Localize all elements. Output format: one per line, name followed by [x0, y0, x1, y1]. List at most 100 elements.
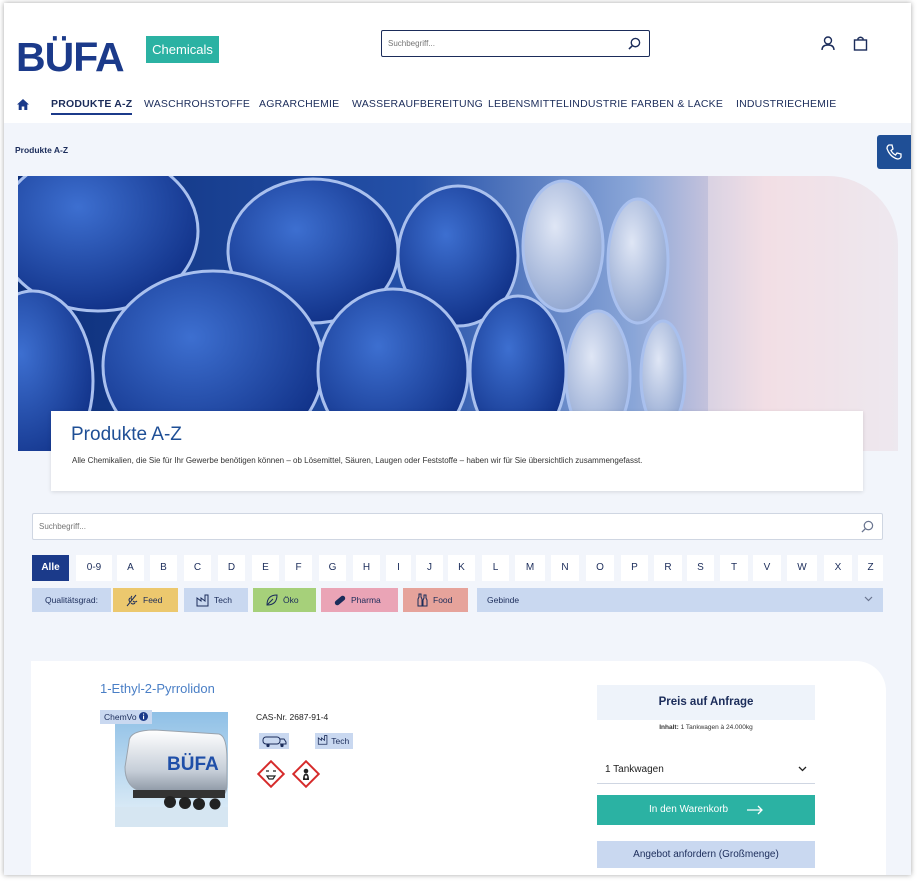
leaf-icon: [266, 594, 278, 606]
chemvo-label: ChemVo: [104, 712, 137, 722]
product-search-input[interactable]: [33, 514, 833, 539]
quality-food-label: Food: [433, 595, 453, 605]
cas-number: CAS-Nr. 2687-91-4: [256, 712, 329, 722]
letter-m[interactable]: M: [515, 555, 545, 581]
letter-0-9[interactable]: 0-9: [76, 555, 112, 581]
breadcrumb[interactable]: Produkte A-Z: [15, 145, 68, 155]
letter-w[interactable]: W: [787, 555, 817, 581]
letter-j[interactable]: J: [416, 555, 443, 581]
phone-icon: [886, 144, 902, 160]
letter-s[interactable]: S: [687, 555, 714, 581]
tech-tag-label: Tech: [331, 736, 350, 746]
letter-g[interactable]: G: [319, 555, 346, 581]
letter-x[interactable]: X: [824, 555, 852, 581]
nav-waschrohstoffe[interactable]: WASCHROHSTOFFE: [144, 98, 250, 110]
tankwagen-tag: [259, 733, 289, 749]
nav-farben-lacke[interactable]: FARBEN & LACKE: [631, 98, 723, 110]
bottle-icon: [417, 593, 428, 607]
ghs-health-hazard-icon: [292, 760, 320, 788]
request-offer-button[interactable]: Angebot anfordern (Großmenge): [597, 841, 815, 868]
letter-d[interactable]: D: [218, 555, 245, 581]
letter-l[interactable]: L: [482, 555, 509, 581]
letter-a[interactable]: A: [117, 555, 144, 581]
letter-p[interactable]: P: [621, 555, 648, 581]
site-header: BÜFA Chemicals PRODUKTE A-Z WASCHROHSTOF…: [4, 3, 911, 123]
gebinde-label: Gebinde: [487, 595, 520, 605]
inhalt-label: Inhalt:: [659, 724, 679, 731]
letter-r[interactable]: R: [654, 555, 682, 581]
quality-oeko-label: Öko: [283, 595, 299, 605]
user-icon[interactable]: [821, 36, 835, 51]
page-description: Alle Chemikalien, die Sie für Ihr Gewerb…: [72, 456, 643, 465]
tech-tag: Tech: [315, 733, 354, 749]
factory-icon: [196, 594, 209, 607]
letter-f[interactable]: F: [285, 555, 312, 581]
chevron-down-icon: [798, 766, 807, 772]
browser-viewport: BÜFA Chemicals PRODUKTE A-Z WASCHROHSTOF…: [4, 3, 911, 875]
hero-image: [18, 176, 898, 451]
search-icon[interactable]: [861, 520, 874, 533]
tanker-truck-image: BÜFA: [115, 712, 228, 827]
home-icon[interactable]: [17, 99, 29, 110]
inhalt-value: 1 Tankwagen à 24.000kg: [680, 724, 753, 731]
ghs-corrosive-icon: [257, 760, 285, 788]
letter-e[interactable]: E: [252, 555, 279, 581]
letter-z[interactable]: Z: [858, 555, 883, 581]
quality-tech-button[interactable]: Tech: [184, 588, 248, 612]
header-search-input[interactable]: [382, 31, 612, 56]
bufa-logo[interactable]: BÜFA: [16, 31, 134, 80]
phone-contact-button[interactable]: [877, 135, 911, 169]
quality-feed-button[interactable]: Feed: [113, 588, 178, 612]
cart-icon[interactable]: [853, 36, 868, 51]
tanker-logo-text: BÜFA: [167, 754, 219, 775]
chevron-down-icon: [864, 596, 873, 602]
hero-text-box: Produkte A-Z Alle Chemikalien, die Sie f…: [51, 411, 863, 491]
logo-text: BÜFA: [16, 34, 124, 77]
chemical-barrels-photo: [18, 176, 898, 451]
letter-b[interactable]: B: [150, 555, 177, 581]
nav-industriechemie[interactable]: INDUSTRIECHEMIE: [736, 98, 836, 110]
letter-h[interactable]: H: [353, 555, 380, 581]
wheat-icon: [126, 594, 138, 607]
quality-feed-label: Feed: [143, 595, 163, 605]
arrow-right-icon: [747, 805, 763, 815]
quantity-value: 1 Tankwagen: [605, 764, 664, 775]
nav-wasseraufbereitung[interactable]: WASSERAUFBEREITUNG: [352, 98, 483, 110]
letter-c[interactable]: C: [184, 555, 211, 581]
header-search[interactable]: [381, 30, 650, 57]
quality-tech-label: Tech: [214, 595, 232, 605]
product-image[interactable]: BÜFA: [115, 712, 228, 827]
chemvo-badge[interactable]: ChemVo: [100, 710, 152, 724]
pill-icon: [334, 595, 346, 606]
quality-grade-label: Qualitätsgrad:: [32, 588, 111, 612]
product-card: 1-Ethyl-2-Pyrrolidon BÜFA ChemVo CAS-Nr.…: [31, 661, 886, 875]
letter-i[interactable]: I: [386, 555, 411, 581]
letter-v[interactable]: V: [753, 555, 781, 581]
letter-k[interactable]: K: [448, 555, 475, 581]
quality-food-button[interactable]: Food: [403, 588, 468, 612]
main-navigation: PRODUKTE A-Z WASCHROHSTOFFE AGRARCHEMIE …: [4, 91, 911, 121]
gebinde-dropdown[interactable]: Gebinde: [477, 588, 883, 612]
nav-lebensmittelindustrie[interactable]: LEBENSMITTELINDUSTRIE: [488, 98, 628, 110]
product-search[interactable]: [32, 513, 883, 540]
tanker-truck-icon: [262, 736, 287, 748]
letter-n[interactable]: N: [551, 555, 579, 581]
add-to-cart-label: In den Warenkorb: [649, 804, 729, 815]
page-title: Produkte A-Z: [71, 424, 182, 445]
chemicals-badge: Chemicals: [146, 36, 219, 63]
info-icon[interactable]: [138, 712, 148, 721]
product-name[interactable]: 1-Ethyl-2-Pyrrolidon: [100, 681, 215, 696]
nav-produkte-az[interactable]: PRODUKTE A-Z: [51, 98, 133, 115]
quality-pharma-label: Pharma: [351, 595, 381, 605]
factory-icon: [317, 735, 328, 745]
nav-agrarchemie[interactable]: AGRARCHEMIE: [259, 98, 339, 110]
letter-t[interactable]: T: [720, 555, 748, 581]
quality-oeko-button[interactable]: Öko: [253, 588, 316, 612]
letter-o[interactable]: O: [586, 555, 614, 581]
letter-alle[interactable]: Alle: [32, 555, 69, 581]
package-content: Inhalt: 1 Tankwagen à 24.000kg: [597, 724, 815, 731]
add-to-cart-button[interactable]: In den Warenkorb: [597, 795, 815, 825]
search-icon[interactable]: [628, 37, 641, 50]
quality-pharma-button[interactable]: Pharma: [321, 588, 398, 612]
quantity-select[interactable]: 1 Tankwagen: [597, 756, 815, 784]
